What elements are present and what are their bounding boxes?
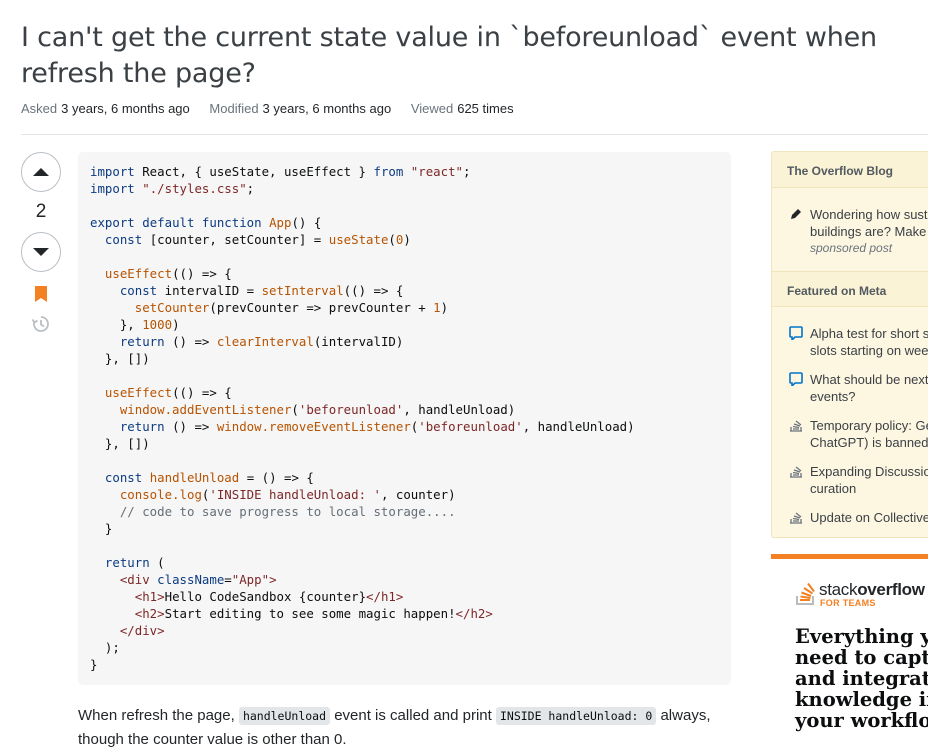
ad-accent-bar: [771, 554, 928, 559]
upvote-button[interactable]: [21, 152, 61, 192]
meta-item[interactable]: Temporary policy: Ge ChatGPT) is banned: [772, 417, 928, 451]
sponsored-label: sponsored post: [810, 241, 893, 255]
inline-code-handleunload: handleUnload: [238, 707, 331, 725]
featured-meta-heading: Featured on Meta: [772, 271, 928, 307]
asked-value[interactable]: 3 years, 6 months ago: [61, 101, 190, 116]
modified-value[interactable]: 3 years, 6 months ago: [263, 101, 392, 116]
question-body-paragraph: When refresh the page, handleUnload even…: [78, 707, 711, 748]
inline-code-log: INSIDE handleUnload: 0: [495, 707, 657, 725]
question-title[interactable]: I can't get the current state value in `…: [21, 20, 921, 92]
viewed-label: Viewed: [410, 101, 454, 116]
stackoverflow-teams-logo[interactable]: stackoverflow FOR TEAMS: [795, 578, 928, 610]
downvote-button[interactable]: [21, 232, 61, 272]
viewed-value: 625 times: [457, 101, 514, 116]
vote-column: 2: [21, 152, 61, 332]
stack-icon: [790, 466, 802, 478]
modified-label: Modified: [209, 101, 259, 116]
code-block: import React, { useState, useEffect } fr…: [78, 152, 731, 685]
pencil-icon: [791, 209, 801, 219]
stack-logo-icon: [796, 582, 815, 605]
header-divider: [21, 134, 928, 135]
asked-label: Asked: [21, 101, 58, 116]
overflow-blog-heading: The Overflow Blog: [772, 152, 928, 188]
arrow-down-icon: [33, 248, 49, 256]
arrow-up-icon: [33, 168, 49, 176]
meta-item[interactable]: Alpha test for short s slots starting on…: [772, 325, 928, 359]
question-meta: Asked 3 years, 6 months ago Modified 3 yea…: [21, 101, 530, 116]
blog-item[interactable]: Wondering how sust buildings are? Make s…: [772, 206, 928, 257]
chat-bubble-icon: [789, 326, 803, 340]
vote-count: 2: [35, 201, 47, 222]
chat-bubble-icon: [789, 372, 803, 386]
meta-item[interactable]: Expanding Discussio curation: [772, 463, 928, 497]
sidebar-widget: The Overflow Blog Wondering how sust bui…: [771, 151, 928, 538]
bookmark-icon[interactable]: [34, 286, 48, 302]
stack-icon: [790, 512, 802, 524]
history-icon[interactable]: [31, 314, 51, 334]
stack-icon: [790, 420, 802, 432]
meta-item[interactable]: What should be next events?: [772, 371, 928, 405]
meta-item[interactable]: Update on Collective: [772, 509, 928, 526]
ad-headline[interactable]: Everything yo need to captur and integra…: [795, 626, 928, 731]
